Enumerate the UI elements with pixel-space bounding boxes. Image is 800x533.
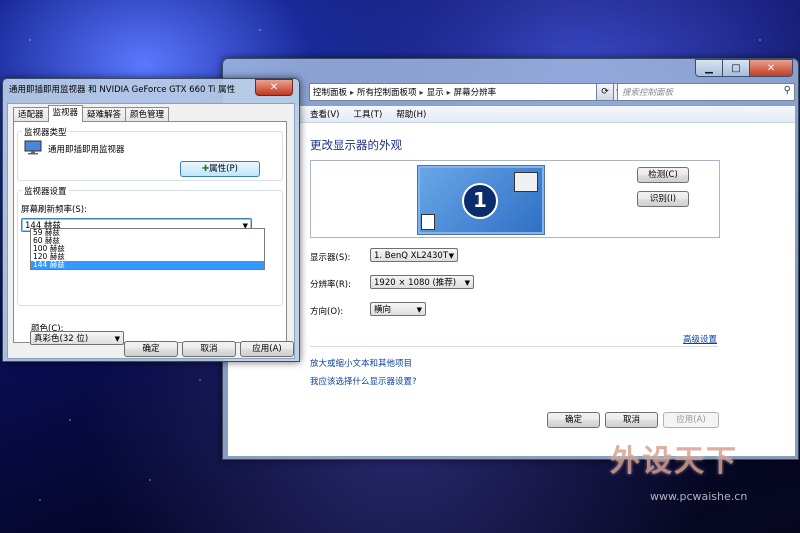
menu-view[interactable]: 查看(V)	[310, 108, 339, 120]
list-item[interactable]: 59 赫兹	[31, 229, 264, 237]
menu-bar: 查看(V) 工具(T) 帮助(H)	[228, 106, 795, 123]
refresh-icon[interactable]: ⟳	[596, 83, 614, 101]
breadcrumb-all-items[interactable]: 所有控制面板项	[354, 86, 420, 98]
resolution-select[interactable]: 1920 × 1080 (推荐) ▼	[370, 275, 474, 289]
resolution-label: 分辨率(R):	[310, 280, 351, 290]
detect-button[interactable]: 检测(C)	[637, 167, 689, 183]
ok-button[interactable]: 确定	[547, 412, 600, 428]
display-select[interactable]: 1. BenQ XL2430T ▼	[370, 248, 458, 262]
search-placeholder: 搜索控制面板	[622, 88, 674, 98]
search-icon: ⚲	[783, 85, 791, 96]
refresh-rate-dropdown-list[interactable]: 59 赫兹 60 赫兹 100 赫兹 120 赫兹 144 赫兹	[30, 228, 265, 270]
chevron-down-icon: ▼	[464, 279, 470, 287]
menu-tools[interactable]: 工具(T)	[353, 108, 382, 120]
page-title: 更改显示器的外观	[310, 138, 402, 152]
maximize-button[interactable]: □	[722, 59, 750, 77]
text-size-link[interactable]: 放大或缩小文本和其他项目	[310, 357, 412, 369]
watermark-url: www.pcwaishe.cn	[650, 490, 748, 503]
monitor-settings-heading: 监视器设置	[22, 185, 69, 197]
monitor-name: 通用即插即用监视器	[48, 145, 125, 155]
breadcrumb-display[interactable]: 显示	[424, 86, 447, 98]
cancel-button[interactable]: 取消	[605, 412, 658, 428]
monitor-properties-dialog: 通用即插即用监视器 和 NVIDIA GeForce GTX 660 Ti 属性…	[2, 78, 300, 362]
display-label: 显示器(S):	[310, 253, 351, 263]
monitor-icon	[24, 140, 42, 155]
list-item[interactable]: 100 赫兹	[31, 245, 264, 253]
minimize-button[interactable]: ▁	[695, 59, 723, 77]
orientation-select[interactable]: 横向 ▼	[370, 302, 426, 316]
search-input[interactable]: 搜索控制面板 ⚲	[617, 83, 795, 101]
monitor-type-heading: 监视器类型	[22, 126, 69, 138]
breadcrumb-screen-resolution[interactable]: 屏幕分辨率	[451, 86, 500, 98]
breadcrumb-control-panel[interactable]: 控制面板	[310, 86, 350, 98]
monitor-doc-icon	[421, 214, 435, 230]
chevron-down-icon: ▼	[448, 252, 454, 260]
dialog-ok-button[interactable]: 确定	[124, 341, 178, 357]
dialog-title: 通用即插即用监视器 和 NVIDIA GeForce GTX 660 Ti 属性	[9, 85, 236, 95]
menu-help[interactable]: 帮助(H)	[396, 108, 426, 120]
which-settings-link[interactable]: 我应该选择什么显示器设置?	[310, 375, 417, 387]
chevron-down-icon: ▼	[416, 306, 422, 314]
tab-monitor[interactable]: 监视器	[47, 105, 84, 122]
color-select-value: 真彩色(32 位)	[34, 334, 89, 344]
list-item[interactable]: 60 赫兹	[31, 237, 264, 245]
dialog-cancel-button[interactable]: 取消	[182, 341, 236, 357]
monitor-1-tile[interactable]: 1	[417, 165, 545, 235]
identify-button[interactable]: 识别(I)	[637, 191, 689, 207]
list-item-selected[interactable]: 144 赫兹	[31, 261, 264, 269]
divider	[310, 346, 718, 347]
tab-color-management[interactable]: 颜色管理	[125, 107, 170, 122]
window-client-area: 查看(V) 工具(T) 帮助(H) 更改显示器的外观 1 检测(C) 识别(I)…	[227, 105, 796, 457]
resolution-select-value: 1920 × 1080 (推荐)	[374, 278, 457, 288]
tab-adapter[interactable]: 适配器	[13, 107, 49, 122]
close-icon[interactable]: ✕	[255, 79, 293, 96]
tab-troubleshoot[interactable]: 疑难解答	[82, 107, 127, 122]
tab-strip: 适配器 监视器 疑难解答 颜色管理	[13, 105, 170, 122]
monitor-number-badge: 1	[462, 183, 498, 219]
list-item[interactable]: 120 赫兹	[31, 253, 264, 261]
advanced-settings-link[interactable]: 高级设置	[683, 333, 717, 345]
screen-resolution-window: ▁ □ ✕ 控制面板▸ 所有控制面板项▸ 显示▸ 屏幕分辨率 ▼ ⟳ 搜索控制面…	[222, 58, 799, 460]
orientation-label: 方向(O):	[310, 307, 344, 317]
dialog-client-area: 适配器 监视器 疑难解答 颜色管理 监视器类型 通用即插即用监视器 ✚属性(P)…	[7, 103, 295, 359]
properties-button[interactable]: ✚属性(P)	[180, 161, 260, 177]
orientation-select-value: 横向	[374, 305, 392, 315]
chevron-down-icon: ▼	[114, 335, 120, 343]
refresh-rate-label: 屏幕刷新频率(S):	[21, 205, 87, 215]
dialog-apply-button[interactable]: 应用(A)	[240, 341, 294, 357]
properties-button-label: 属性(P)	[209, 164, 238, 174]
display-select-value: 1. BenQ XL2430T	[374, 251, 449, 261]
watermark-logo: 外设天下	[610, 444, 738, 479]
apply-button[interactable]: 应用(A)	[663, 412, 719, 428]
address-bar[interactable]: 控制面板▸ 所有控制面板项▸ 显示▸ 屏幕分辨率 ▼	[309, 83, 626, 101]
monitor-type-group: 监视器类型 通用即插即用监视器 ✚属性(P)	[17, 126, 283, 181]
window-controls: ▁ □ ✕	[695, 59, 793, 77]
monitor-preview-area: 1 检测(C) 识别(I)	[310, 160, 720, 238]
color-select[interactable]: 真彩色(32 位) ▼	[30, 331, 124, 345]
monitor-window-icon	[514, 172, 538, 192]
close-button[interactable]: ✕	[749, 59, 793, 77]
